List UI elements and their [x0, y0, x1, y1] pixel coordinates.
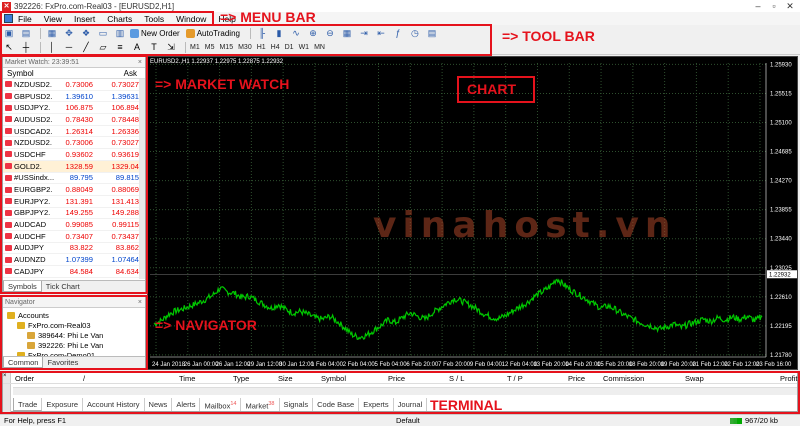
time-axis-label: 7 Feb 20:00 [438, 362, 471, 368]
price-axis-label: 1.24685 [770, 150, 792, 156]
time-axis-label: 30 Jan 12:00 [279, 362, 314, 368]
annotation-market-watch-box [0, 55, 148, 294]
annotation-market-watch: => MARKET WATCH [155, 76, 290, 92]
price-axis-label: 1.22195 [770, 324, 792, 330]
time-axis-label: 12 Feb 04:00 [502, 362, 538, 368]
chart-header: EURUSD2.,H1 1.22937 1.22975 1.22875 1.22… [150, 59, 284, 65]
time-axis-label: 15 Feb 20:00 [597, 362, 633, 368]
time-axis-label: 26 Jan 12:00 [216, 362, 251, 368]
price-axis-label: 1.24270 [770, 179, 792, 185]
window-title: 392226: FxPro.com-Real03 - [EURUSD2,H1] [14, 1, 175, 11]
time-axis-label: 19 Feb 20:00 [661, 362, 697, 368]
minimize-button[interactable]: – [750, 0, 766, 12]
status-bar: For Help, press F1 Default 967/20 kb [0, 414, 800, 426]
price-axis-label: 1.23440 [770, 237, 792, 243]
time-axis-label: 23 Feb 16:00 [756, 362, 792, 368]
price-axis-label: 1.25100 [770, 121, 792, 127]
annotation-tool-bar: => TOOL BAR [502, 28, 595, 44]
current-price-label: 1.22932 [769, 272, 791, 278]
maximize-button[interactable]: ▫ [766, 0, 782, 12]
price-axis-label: 1.25930 [770, 62, 792, 68]
status-traffic-text: 967/20 kb [745, 416, 778, 425]
time-axis-label: 22 Feb 12:00 [724, 362, 760, 368]
time-axis-label: 29 Jan 12:00 [247, 362, 282, 368]
window-controls: – ▫ ✕ [750, 0, 798, 12]
price-axis-label: 1.25515 [770, 91, 792, 97]
annotation-terminal: TERMINAL [430, 397, 503, 413]
time-axis-label: 18 Feb 20:00 [629, 362, 665, 368]
price-axis-label: 1.23855 [770, 208, 792, 214]
annotation-menu-bar: => MENU BAR [220, 9, 316, 25]
time-axis-label: 24 Jan 2018 [152, 362, 186, 368]
status-traffic: 967/20 kb [730, 415, 778, 426]
time-axis-label: 9 Feb 04:00 [470, 362, 503, 368]
annotation-chart: CHART [467, 81, 516, 97]
annotation-toolbar-box [0, 24, 492, 56]
status-help: For Help, press F1 [4, 416, 67, 425]
time-axis-label: 26 Jan 00:00 [184, 362, 219, 368]
time-axis-label: 2 Feb 04:00 [343, 362, 376, 368]
price-axis-label: 1.21780 [770, 353, 792, 359]
watermark-text: vinahost.vn [373, 205, 677, 246]
price-axis-label: 1.22610 [770, 295, 792, 301]
annotation-terminal-box [0, 371, 800, 414]
close-button[interactable]: ✕ [782, 0, 798, 12]
time-axis-label: 1 Feb 04:00 [311, 362, 344, 368]
connection-icon [730, 418, 742, 425]
time-axis-label: 14 Feb 20:00 [565, 362, 601, 368]
time-axis-label: 21 Feb 12:00 [692, 362, 728, 368]
annotation-navigator: => NAVIGATOR [155, 317, 257, 333]
app-logo-icon: ✕ [2, 1, 11, 11]
time-axis-label: 13 Feb 20:00 [533, 362, 569, 368]
time-axis-label: 5 Feb 04:00 [375, 362, 408, 368]
annotation-navigator-box [0, 295, 148, 370]
status-profile: Default [396, 416, 420, 425]
time-axis-label: 6 Feb 20:00 [406, 362, 439, 368]
